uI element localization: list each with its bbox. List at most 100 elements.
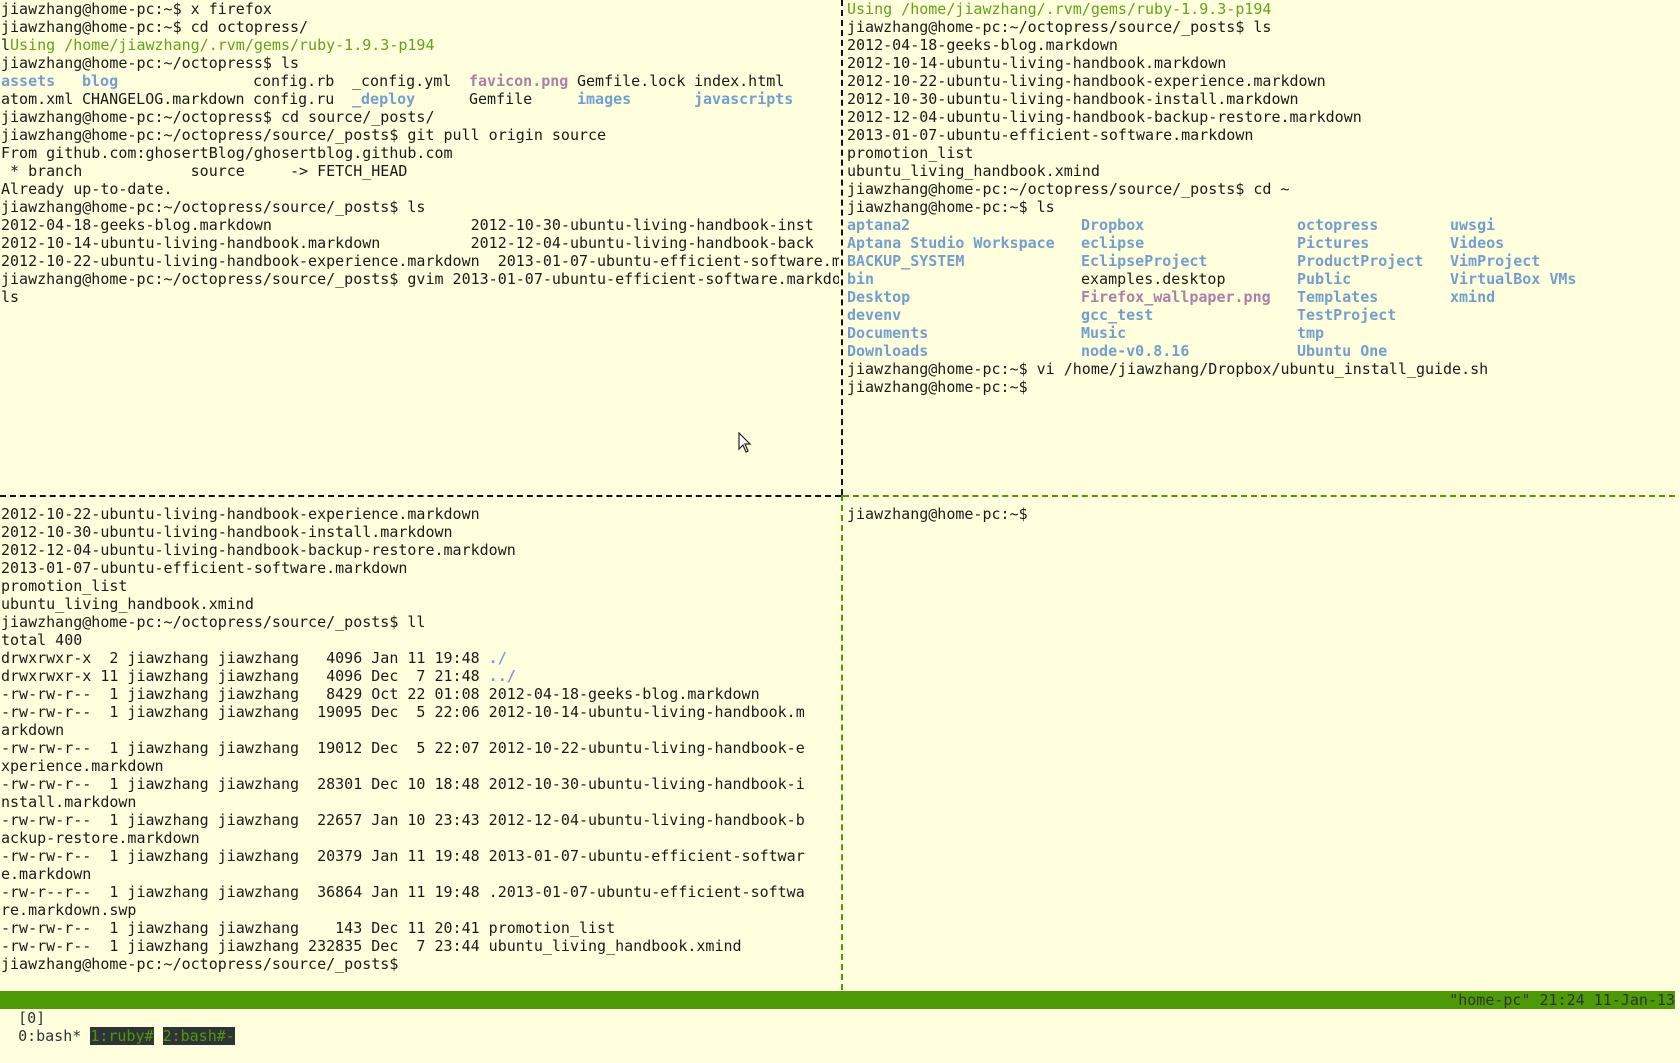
terminal-line: 2013-01-07-ubuntu-efficient-software.mar…	[1, 559, 408, 577]
ll-row: -rw-rw-r-- 1 jiawzhang jiawzhang 8429 Oc…	[1, 685, 839, 703]
ls-row: bin examples.desktop Public VirtualBox VMs	[847, 270, 1675, 288]
file-name: promotion_list	[488, 919, 616, 937]
file-name: .2013-01-07-ubuntu-efficient-softwa	[488, 883, 805, 901]
ls-row: Downloads node-v0.8.16 Ubuntu One	[847, 342, 1675, 360]
terminal-line: Already up-to-date.	[1, 180, 173, 198]
file-attributes: -rw-r--r-- 1 jiawzhang jiawzhang 36864 J…	[1, 883, 489, 901]
terminal-line: From github.com:ghosertBlog/ghosertblog.…	[1, 144, 453, 162]
clock-time: 21:24	[1539, 991, 1585, 1009]
ls-entry: eclipse	[1081, 234, 1145, 252]
terminal-line: jiawzhang@home-pc:~/octopress/source/_po…	[1, 613, 426, 631]
tmux-pane-bottom-left[interactable]: 2012-10-22-ubuntu-living-handbook-e xperi…	[1, 505, 839, 989]
terminal-line: 2012-10-22-ubuntu-living-handbook-experi…	[1, 252, 839, 270]
terminal-line: 2012-10-22-ubuntu-living-handbook-experi…	[847, 72, 1326, 90]
ls-row: assets blog config.rb _config.yml favicon.pn…	[1, 72, 839, 90]
terminal-line: ls	[1, 288, 20, 306]
ls-entry: Documents	[847, 324, 929, 342]
ls-entry: index.html	[694, 72, 785, 90]
tmux-status-bar: [0] 0:bash* 1:ruby# 2:bash#- "home-pc" 2…	[0, 991, 1675, 1045]
terminal-line: nstall.markdown	[1, 793, 137, 811]
terminal-line: jiawzhang@home-pc:~$	[847, 378, 1028, 396]
ls-entry: Public	[1297, 270, 1352, 288]
file-name: 2012-10-14-ubuntu-living-handbook.m	[488, 703, 805, 721]
terminal-line: jiawzhang@home-pc:~$ vi /home/jiawzhang/…	[847, 360, 1489, 378]
terminal-line: jiawzhang@home-pc:~$ x firefox	[1, 0, 272, 18]
terminal-line: ubuntu_living_handbook.xmind	[847, 162, 1100, 180]
terminal-line: promotion_list	[1, 577, 128, 595]
pane-divider-vertical-top[interactable]	[841, 0, 843, 495]
ls-entry: Music	[1081, 324, 1127, 342]
file-attributes: -rw-rw-r-- 1 jiawzhang jiawzhang 8429 Oc…	[1, 685, 489, 703]
terminal-line: jiawzhang@home-pc:~/octopress/source/_po…	[1, 198, 426, 216]
host-name: "home-pc"	[1449, 991, 1531, 1009]
terminal-line: total 400	[1, 631, 83, 649]
ls-entry: atom.xml	[1, 90, 74, 108]
ls-entry: Downloads	[847, 342, 929, 360]
ls-entry: Templates	[1297, 288, 1379, 306]
shell-prompt: jiawzhang@home-pc:~/octopress/source/_po…	[1, 955, 399, 973]
ls-entry: gcc_test	[1081, 306, 1154, 324]
ls-entry: favicon.png	[469, 72, 569, 90]
file-name: ./	[488, 649, 507, 667]
tmux-window-tab[interactable]: 1:ruby#	[90, 1027, 154, 1045]
tmux-window-tab[interactable]: 2:bash#-	[162, 1027, 235, 1045]
file-attributes: -rw-rw-r-- 1 jiawzhang jiawzhang 28301 D…	[1, 775, 489, 793]
shell-prompt: jiawzhang@home-pc:~$	[847, 505, 1028, 523]
ls-entry: VimProject	[1450, 252, 1541, 270]
pane-divider-horizontal-right[interactable]	[843, 495, 1675, 497]
file-attributes: -rw-rw-r-- 1 jiawzhang jiawzhang 22657 J…	[1, 811, 489, 829]
ls-row: Desktop Firefox_wallpaper.png Templates xmi…	[847, 288, 1675, 306]
ll-row: -rw-rw-r-- 1 jiawzhang jiawzhang 143 Dec…	[1, 919, 839, 937]
ls-entry: Aptana Studio Workspace	[847, 234, 1055, 252]
tmux-pane-top-right[interactable]: Using /home/jiawzhang/.rvm/gems/ruby-1.9…	[847, 0, 1675, 490]
ls-entry: Gemfile	[469, 90, 533, 108]
terminal-line: xperience.markdown	[1, 757, 164, 775]
file-attributes: -rw-rw-r-- 1 jiawzhang jiawzhang 19012 D…	[1, 739, 489, 757]
file-name: ../	[488, 667, 516, 685]
ls-entry: bin	[847, 270, 875, 288]
file-name: 2012-04-18-geeks-blog.markdown	[488, 685, 760, 703]
ls-entry: assets	[1, 72, 56, 90]
ls-entry: config.ru	[253, 90, 335, 108]
file-attributes: -rw-rw-r-- 1 jiawzhang jiawzhang 143 Dec…	[1, 919, 489, 937]
ls-entry: Gemfile.lock	[577, 72, 686, 90]
ls-row: atom.xml CHANGELOG.markdown config.ru _depl…	[1, 90, 839, 108]
ls-entry: Ubuntu One	[1297, 342, 1388, 360]
ls-entry	[1450, 324, 1585, 342]
terminal-line: jiawzhang@home-pc:~$ cd octopress/	[1, 18, 309, 36]
terminal-line: 2012-12-04-ubuntu-living-handbook-backup…	[847, 108, 1362, 126]
tmux-pane-bottom-right[interactable]: jiawzhang@home-pc:~$	[847, 505, 1675, 989]
terminal-line: jiawzhang@home-pc:~/octopress$ ls	[1, 54, 300, 72]
ls-row: BACKUP_SYSTEM EclipseProject ProductProjec…	[847, 252, 1675, 270]
tmux-pane-top-left[interactable]: jiawzhang@home-pc:~$ x firefox jiawzhang@…	[1, 0, 839, 490]
file-name: 2012-10-22-ubuntu-living-handbook-e	[488, 739, 805, 757]
pane-divider-vertical-bottom[interactable]	[841, 495, 843, 990]
file-name: 2012-12-04-ubuntu-living-handbook-b	[488, 811, 805, 829]
ll-row: -rw-rw-r-- 1 jiawzhang jiawzhang 22657 J…	[1, 811, 839, 829]
date: 11-Jan-13	[1593, 991, 1675, 1009]
tmux-window-tab[interactable]: 0:bash*	[18, 1027, 81, 1045]
mouse-pointer-icon	[738, 432, 752, 453]
ll-row: -rw-rw-r-- 1 jiawzhang jiawzhang 19012 D…	[1, 739, 839, 757]
ls-entry: aptana2	[847, 216, 911, 234]
rvm-notice: Using /home/jiawzhang/.rvm/gems/ruby-1.9…	[10, 36, 435, 54]
ll-row: drwxrwxr-x 11 jiawzhang jiawzhang 4096 D…	[1, 667, 839, 685]
ll-row: -rw-rw-r-- 1 jiawzhang jiawzhang 20379 J…	[1, 847, 839, 865]
terminal-line: 2012-10-14-ubuntu-living-handbook.markdo…	[847, 54, 1227, 72]
pane-divider-horizontal-left[interactable]	[0, 495, 841, 497]
ls-row: Aptana Studio Workspace eclipse Pictures Vi…	[847, 234, 1675, 252]
ls-entry: Videos	[1450, 234, 1505, 252]
ls-entry: VirtualBox VMs	[1450, 270, 1577, 288]
ls-entry: CHANGELOG.markdown	[82, 90, 245, 108]
ls-row: devenv gcc_test TestProject	[847, 306, 1675, 324]
terminal-line: jiawzhang@home-pc:~/octopress/source/_po…	[847, 18, 1272, 36]
ls-entry: EclipseProject	[1081, 252, 1208, 270]
terminal-line: jiawzhang@home-pc:~$ ls	[847, 198, 1055, 216]
ls-entry: TestProject	[1297, 306, 1397, 324]
ls-entry: devenv	[847, 306, 902, 324]
ls-entry: BACKUP_SYSTEM	[847, 252, 965, 270]
terminal-line: lUsing /home/jiawzhang/.rvm/gems/ruby-1.…	[1, 36, 839, 54]
terminal-line: arkdown	[1, 721, 65, 739]
ls-entry: _config.yml	[352, 72, 452, 90]
ls-entry	[1450, 342, 1585, 360]
